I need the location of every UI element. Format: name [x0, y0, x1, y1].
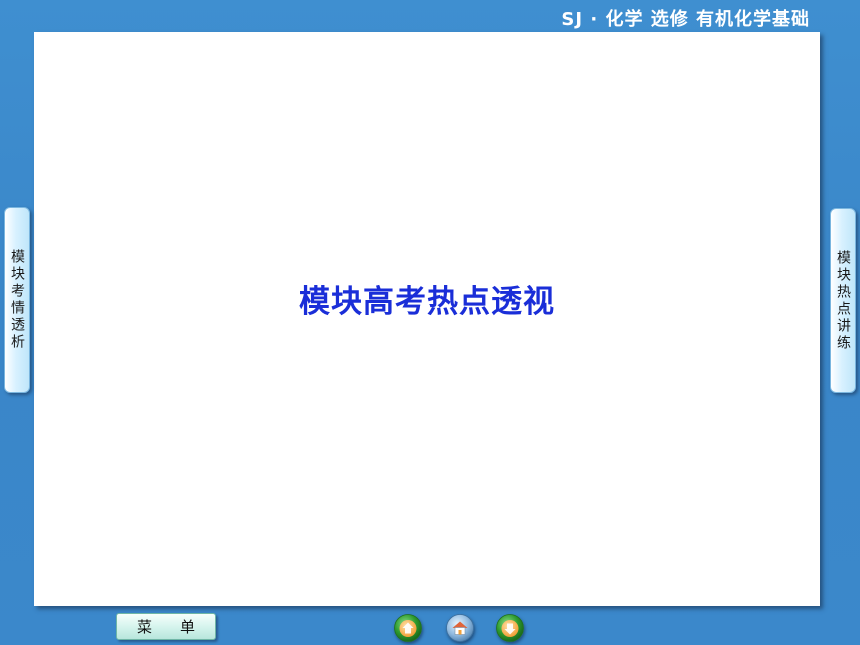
header-title: SJ · 化学 选修 有机化学基础	[561, 9, 810, 30]
menu-button-label: 菜单	[136, 618, 223, 636]
slide-heading: 模块高考热点透视	[299, 284, 555, 320]
next-button[interactable]	[496, 614, 524, 642]
home-button[interactable]	[446, 614, 474, 642]
next-arrow-icon	[496, 614, 524, 642]
prev-arrow-icon	[394, 614, 422, 642]
prev-button[interactable]	[394, 614, 422, 642]
home-icon	[446, 614, 474, 642]
side-tab-module-exam-analysis[interactable]: 模块考情透析	[4, 207, 30, 393]
slide-panel: 模块高考热点透视	[34, 32, 820, 606]
side-tab-module-hotspot-practice[interactable]: 模块热点讲练	[830, 208, 856, 393]
side-tab-right-label: 模块热点讲练	[835, 249, 851, 352]
side-tab-left-label: 模块考情透析	[9, 249, 25, 351]
menu-button[interactable]: 菜单	[116, 613, 216, 640]
